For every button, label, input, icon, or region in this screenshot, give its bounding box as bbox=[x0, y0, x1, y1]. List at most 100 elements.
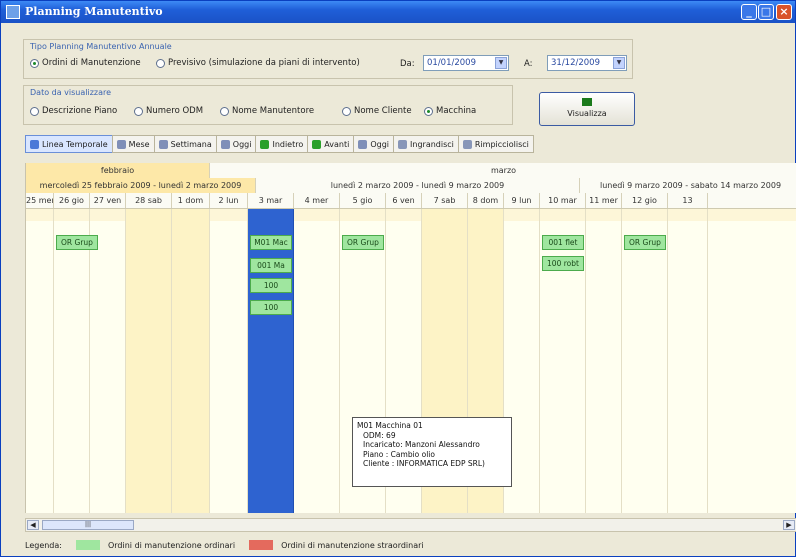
zoom-in-icon bbox=[398, 139, 408, 149]
tooltip-line: Incaricato: Manzoni Alessandro bbox=[363, 440, 480, 449]
monitor-icon bbox=[582, 98, 592, 106]
day-header[interactable]: 26 gio bbox=[54, 193, 90, 208]
legend-swatch-ordinari bbox=[75, 540, 100, 550]
day-column[interactable] bbox=[26, 209, 54, 513]
chevron-down-icon[interactable]: ▼ bbox=[613, 57, 625, 69]
task-bar[interactable]: OR Grup bbox=[342, 235, 384, 250]
task-tooltip: M01 Macchina 01 ODM: 69 Incaricato: Manz… bbox=[352, 417, 512, 487]
calendar-month-icon bbox=[116, 139, 126, 149]
visualize-label: Visualizza bbox=[567, 109, 607, 118]
radio-cliente-label: Nome Cliente bbox=[354, 106, 412, 116]
day-column[interactable] bbox=[586, 209, 622, 513]
toolbar-label: Indietro bbox=[272, 139, 304, 149]
minimize-button[interactable]: _ bbox=[741, 4, 757, 20]
task-bar[interactable]: M01 Mac bbox=[250, 235, 292, 250]
radio-manutentore-label: Nome Manutentore bbox=[232, 106, 315, 116]
maximize-button[interactable]: □ bbox=[758, 4, 774, 20]
toolbar-item[interactable]: Oggi bbox=[353, 135, 394, 153]
calendar-grid[interactable]: febbraio marzo mercoledì 25 febbraio 200… bbox=[25, 163, 796, 513]
day-header[interactable]: 8 dom bbox=[468, 193, 504, 208]
day-header[interactable]: 25 mer bbox=[26, 193, 54, 208]
day-header[interactable]: 5 gio bbox=[340, 193, 386, 208]
calendar-toolbar: Linea Temporale Mese Settimana Oggi Indi… bbox=[25, 135, 534, 155]
legend-swatch-straordinari bbox=[249, 540, 274, 550]
close-button[interactable]: × bbox=[776, 4, 792, 20]
view-panel-title: Dato da visualizzare bbox=[30, 88, 112, 97]
day-header[interactable]: 3 mar bbox=[248, 193, 294, 208]
radio-dot bbox=[220, 106, 229, 116]
day-column[interactable] bbox=[126, 209, 172, 513]
title-bar[interactable]: Planning Manutentivo _ □ × bbox=[1, 1, 795, 23]
to-date-value: 31/12/2009 bbox=[551, 58, 600, 68]
toolbar-item[interactable]: Avanti bbox=[307, 135, 354, 153]
day-header[interactable]: 7 sab bbox=[422, 193, 468, 208]
to-date-field[interactable]: 31/12/2009 ▼ bbox=[547, 55, 627, 71]
toolbar-item[interactable]: Rimpicciolisci bbox=[457, 135, 534, 153]
day-column[interactable] bbox=[622, 209, 668, 513]
toolbar-item[interactable]: Indietro bbox=[255, 135, 308, 153]
day-header[interactable]: 13 bbox=[668, 193, 708, 208]
toolbar-label: Oggi bbox=[232, 139, 252, 149]
day-header[interactable]: 28 sab bbox=[126, 193, 172, 208]
day-column[interactable] bbox=[294, 209, 340, 513]
toolbar-item[interactable]: Linea Temporale bbox=[25, 135, 112, 153]
visualize-button[interactable]: Visualizza bbox=[539, 92, 635, 126]
day-header[interactable]: 9 lun bbox=[504, 193, 540, 208]
timeline-icon bbox=[30, 139, 39, 149]
task-bar[interactable]: 100 bbox=[250, 278, 292, 293]
radio-ordini[interactable]: Ordini di Manutenzione bbox=[30, 58, 141, 68]
toolbar-item[interactable]: Oggi bbox=[215, 135, 256, 153]
day-header[interactable]: 2 lun bbox=[210, 193, 248, 208]
task-bar[interactable]: 001 flet bbox=[542, 235, 584, 250]
day-column[interactable] bbox=[54, 209, 90, 513]
toolbar-item[interactable]: Mese bbox=[111, 135, 154, 153]
toolbar-item[interactable]: Settimana bbox=[153, 135, 216, 153]
mode-panel: Tipo Planning Manutentivo Annuale Ordini… bbox=[23, 39, 633, 79]
today-icon bbox=[358, 139, 368, 149]
radio-macchina[interactable]: Macchina bbox=[424, 106, 476, 116]
radio-numero-odm[interactable]: Numero ODM bbox=[134, 106, 203, 116]
radio-previsivo[interactable]: Previsivo (simulazione da piani di inter… bbox=[156, 58, 360, 68]
scroll-thumb[interactable]: ||| bbox=[42, 520, 134, 530]
day-column[interactable] bbox=[540, 209, 586, 513]
scroll-left-icon[interactable]: ◀ bbox=[27, 520, 39, 530]
task-bar[interactable]: OR Grup bbox=[56, 235, 98, 250]
tooltip-line: ODM: 69 bbox=[363, 430, 396, 440]
to-label: A: bbox=[524, 59, 533, 69]
radio-nome-cliente[interactable]: Nome Cliente bbox=[342, 106, 412, 116]
day-column[interactable] bbox=[668, 209, 708, 513]
day-header[interactable]: 1 dom bbox=[172, 193, 210, 208]
task-bar[interactable]: OR Grup bbox=[624, 235, 666, 250]
radio-descrizione-piano[interactable]: Descrizione Piano bbox=[30, 106, 117, 116]
forward-arrow-icon bbox=[312, 139, 322, 149]
zoom-out-icon bbox=[462, 139, 472, 149]
day-column[interactable] bbox=[210, 209, 248, 513]
day-header[interactable]: 10 mar bbox=[540, 193, 586, 208]
day-column[interactable] bbox=[90, 209, 126, 513]
task-bar[interactable]: 001 Ma bbox=[250, 258, 292, 273]
toolbar-item[interactable]: Ingrandisci bbox=[393, 135, 458, 153]
toolbar-label: Rimpicciolisci bbox=[474, 139, 529, 149]
from-date-field[interactable]: 01/01/2009 ▼ bbox=[423, 55, 509, 71]
from-date-value: 01/01/2009 bbox=[427, 58, 476, 68]
legend: Legenda: Ordini di manutenzione ordinari… bbox=[25, 538, 424, 552]
day-header[interactable]: 11 mer bbox=[586, 193, 622, 208]
task-bar[interactable]: 100 robt bbox=[542, 256, 584, 271]
day-column[interactable] bbox=[172, 209, 210, 513]
tooltip-line: Piano : Cambio olio bbox=[363, 449, 435, 459]
month-row: febbraio marzo bbox=[26, 163, 796, 178]
toolbar-label: Oggi bbox=[370, 139, 390, 149]
scroll-right-icon[interactable]: ▶ bbox=[783, 520, 795, 530]
task-bar[interactable]: 100 bbox=[250, 300, 292, 315]
day-header[interactable]: 4 mer bbox=[294, 193, 340, 208]
radio-dot bbox=[156, 58, 165, 68]
selected-day-column[interactable] bbox=[248, 209, 294, 513]
day-header[interactable]: 27 ven bbox=[90, 193, 126, 208]
legend-label: Ordini di manutenzione ordinari bbox=[107, 540, 236, 550]
radio-nome-manutentore[interactable]: Nome Manutentore bbox=[220, 106, 314, 116]
horizontal-scrollbar[interactable]: ◀ ||| ▶ bbox=[25, 518, 796, 532]
radio-ordini-label: Ordini di Manutenzione bbox=[42, 58, 141, 68]
day-header[interactable]: 6 ven bbox=[386, 193, 422, 208]
chevron-down-icon[interactable]: ▼ bbox=[495, 57, 507, 69]
day-header[interactable]: 12 gio bbox=[622, 193, 668, 208]
